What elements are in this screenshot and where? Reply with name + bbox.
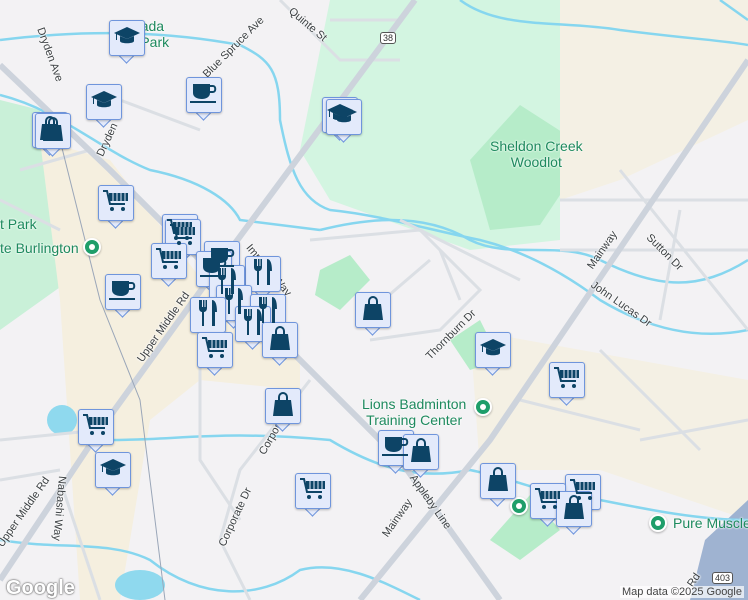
bag-icon xyxy=(269,325,291,355)
poi-pure-muscle[interactable]: Pure Muscle xyxy=(673,515,748,531)
map-attribution[interactable]: Map data ©2025 Google xyxy=(619,586,744,598)
school-marker[interactable] xyxy=(326,99,362,143)
school-icon xyxy=(331,104,357,131)
marker-box xyxy=(197,332,233,368)
marker-box xyxy=(480,463,516,499)
bag-icon xyxy=(272,391,294,421)
marker-box xyxy=(265,388,301,424)
school-marker[interactable] xyxy=(475,332,511,376)
school-icon xyxy=(91,89,117,116)
marker-box xyxy=(186,77,222,113)
route-403-shield: 403 xyxy=(712,572,734,584)
place-pin-icon[interactable] xyxy=(474,398,492,416)
bag-marker[interactable] xyxy=(355,292,391,336)
bag-marker[interactable] xyxy=(265,388,301,432)
coffee-marker[interactable] xyxy=(105,274,141,318)
cart-icon xyxy=(155,247,183,276)
bag-icon xyxy=(362,295,384,325)
school-marker[interactable] xyxy=(109,20,145,64)
cart-marker[interactable] xyxy=(549,362,585,406)
cart-marker[interactable] xyxy=(197,332,233,376)
restaurant-icon xyxy=(196,299,220,331)
coffee-icon xyxy=(109,279,137,306)
school-icon xyxy=(100,457,126,484)
cart-icon xyxy=(201,336,229,365)
marker-box xyxy=(355,292,391,328)
marker-box xyxy=(326,99,362,135)
poi-park-label[interactable]: t Park xyxy=(0,216,37,232)
cart-icon xyxy=(82,413,110,442)
bag-icon xyxy=(563,494,585,524)
cart-marker[interactable] xyxy=(78,409,114,453)
school-icon xyxy=(114,25,140,52)
bag-icon xyxy=(42,116,64,146)
marker-box xyxy=(262,322,298,358)
marker-box xyxy=(105,274,141,310)
coffee-icon xyxy=(190,82,218,109)
cart-icon xyxy=(553,366,581,395)
pond xyxy=(47,405,77,435)
route-38-shield: 38 xyxy=(380,32,397,44)
marker-box xyxy=(549,362,585,398)
marker-box xyxy=(295,473,331,509)
cart-marker[interactable] xyxy=(98,185,134,229)
cart-icon xyxy=(102,189,130,218)
school-marker[interactable] xyxy=(86,84,122,128)
pond xyxy=(115,570,165,600)
marker-box xyxy=(98,185,134,221)
school-icon xyxy=(480,337,506,364)
marker-box xyxy=(190,297,226,333)
bag-marker[interactable] xyxy=(262,322,298,366)
poi-label[interactable]: te Burlington xyxy=(0,240,79,256)
bag-marker[interactable] xyxy=(480,463,516,507)
marker-box xyxy=(86,84,122,120)
marker-box xyxy=(475,332,511,368)
cart-marker[interactable] xyxy=(295,473,331,517)
bag-icon xyxy=(410,437,432,467)
coffee-marker[interactable] xyxy=(186,77,222,121)
restaurant-icon xyxy=(251,258,275,290)
cart-icon xyxy=(299,477,327,506)
marker-box xyxy=(151,243,187,279)
poi-lions-badminton[interactable]: Lions Badminton Training Center xyxy=(362,396,466,428)
cart-marker[interactable] xyxy=(151,243,187,287)
place-pin-icon[interactable] xyxy=(83,238,101,256)
bag-icon xyxy=(487,466,509,496)
poi-woodlot-label[interactable]: Sheldon Creek Woodlot xyxy=(490,138,583,170)
marker-box xyxy=(109,20,145,56)
marker-box xyxy=(95,452,131,488)
marker-box xyxy=(78,409,114,445)
google-logo: Google xyxy=(6,577,75,599)
school-marker[interactable] xyxy=(95,452,131,496)
place-pin-icon[interactable] xyxy=(649,514,667,532)
